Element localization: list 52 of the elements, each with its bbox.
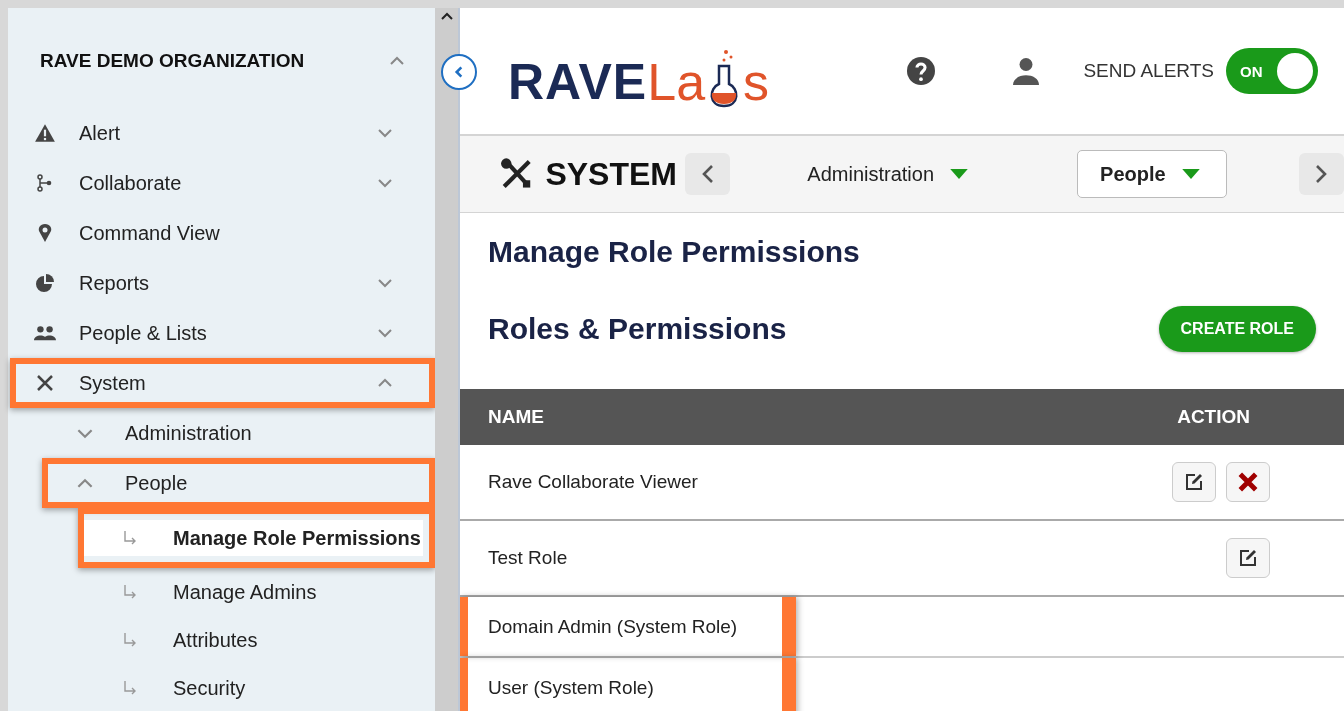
organization-name: RAVE DEMO ORGANIZATION bbox=[40, 50, 305, 72]
return-arrow-icon bbox=[122, 680, 138, 696]
dropdown[interactable]: Administration bbox=[784, 150, 996, 198]
chevron-right-icon bbox=[1315, 164, 1328, 184]
create-role-button[interactable]: CREATE ROLE bbox=[1158, 306, 1316, 352]
close-icon bbox=[1237, 471, 1259, 493]
caret-icon bbox=[950, 169, 969, 179]
delete-button[interactable] bbox=[1226, 462, 1270, 502]
logo: RAVELa s bbox=[508, 31, 770, 111]
section-heading: Roles & Permissions bbox=[488, 312, 787, 346]
sidebar-item[interactable]: System bbox=[10, 358, 435, 408]
sidebar-item[interactable]: Administration bbox=[42, 408, 435, 458]
edit-button[interactable] bbox=[1172, 462, 1216, 502]
pie-chart-icon bbox=[34, 273, 56, 293]
sidebar-item[interactable]: People bbox=[42, 458, 435, 508]
scroll-up-icon[interactable] bbox=[441, 12, 453, 20]
edit-icon bbox=[1184, 472, 1204, 492]
column-header: ACTION bbox=[1177, 406, 1250, 428]
warning-icon bbox=[34, 123, 56, 143]
chevron-left-icon bbox=[701, 164, 714, 184]
sidebar-item[interactable]: Reports bbox=[10, 258, 435, 308]
return-arrow-icon bbox=[122, 632, 138, 648]
sidebar-item[interactable]: Collaborate bbox=[10, 158, 435, 208]
send-alerts-label: SEND ALERTS bbox=[1083, 60, 1214, 82]
edit-icon bbox=[1238, 548, 1258, 568]
return-arrow-icon bbox=[122, 584, 138, 600]
edit-button[interactable] bbox=[1226, 538, 1270, 578]
column-header: NAME bbox=[488, 406, 544, 428]
sidebar-item[interactable]: Command View bbox=[10, 208, 435, 258]
chevron-icon[interactable] bbox=[389, 56, 405, 66]
section-title: SYSTEM bbox=[545, 155, 677, 193]
sidebar-item[interactable]: Alert bbox=[10, 108, 435, 158]
collapse-button[interactable] bbox=[441, 54, 477, 90]
table-cell: Domain Admin (System Role) bbox=[460, 597, 796, 656]
caret-icon bbox=[1181, 169, 1200, 179]
sidebar-item[interactable]: Manage Admins bbox=[78, 568, 435, 616]
sidebar-item[interactable]: Manage Role Permissions bbox=[78, 508, 435, 568]
previous-button[interactable] bbox=[684, 153, 731, 195]
people-icon bbox=[34, 323, 56, 343]
table-cell: User (System Role) bbox=[460, 658, 796, 711]
page-title: Manage Role Permissions bbox=[488, 235, 861, 269]
sidebar-item[interactable]: Security bbox=[78, 664, 435, 711]
sidebar-item[interactable]: Attributes bbox=[78, 616, 435, 664]
table-cell-text: Test Role bbox=[487, 546, 568, 570]
user-icon[interactable] bbox=[1013, 56, 1040, 86]
help-icon[interactable] bbox=[907, 57, 936, 85]
return-arrow-icon bbox=[122, 530, 138, 546]
next-button[interactable] bbox=[1298, 153, 1344, 195]
send-alerts-toggle[interactable]: ON bbox=[1226, 48, 1318, 94]
sidebar-item[interactable]: People & Lists bbox=[10, 308, 435, 358]
dropdown[interactable]: People bbox=[1077, 150, 1227, 198]
table-cell-text: Rave Collaborate Viewer bbox=[487, 470, 698, 494]
